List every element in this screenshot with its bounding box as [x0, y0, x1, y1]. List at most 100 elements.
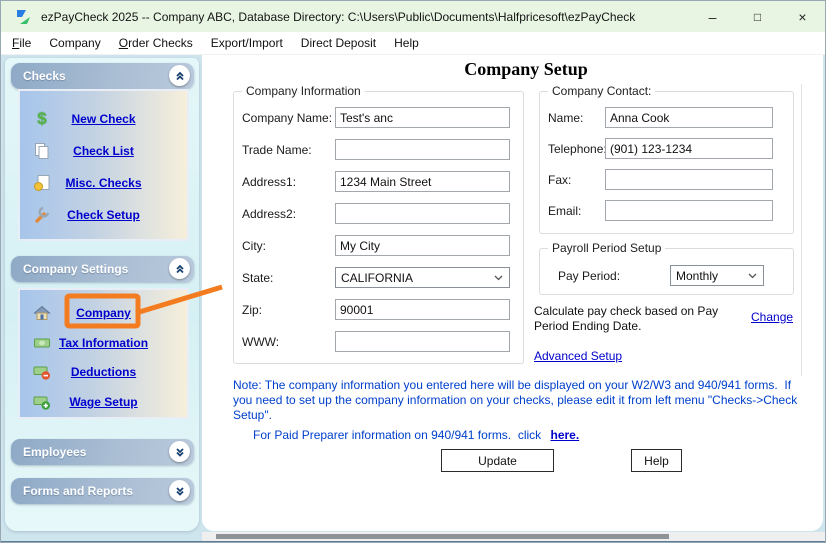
main-panel: Company Setup Company Information Compan…	[202, 55, 823, 531]
section-header-company-settings[interactable]: Company Settings	[11, 256, 194, 282]
field-row: State: CALIFORNIA	[242, 267, 510, 288]
groupbox-legend: Company Information	[242, 84, 365, 98]
section-body-company-settings: Company Tax Information	[18, 288, 189, 419]
expand-forms-and-reports-button[interactable]	[169, 480, 190, 501]
sidebar-item-misc-checks[interactable]: Misc. Checks	[20, 167, 187, 199]
advanced-setup-link[interactable]: Advanced Setup	[534, 349, 622, 363]
chevron-down-icon	[494, 275, 503, 281]
field-row: Email:	[548, 200, 773, 221]
telephone-label: Telephone:	[548, 142, 605, 156]
money-minus-icon	[33, 363, 51, 381]
telephone-input[interactable]	[605, 138, 773, 159]
page-title: Company Setup	[231, 59, 821, 80]
trade-name-label: Trade Name:	[242, 143, 335, 157]
minimize-button[interactable]: –	[690, 1, 735, 32]
field-row: City:	[242, 235, 510, 256]
update-button[interactable]: Update	[441, 449, 554, 472]
sidebar-item-check-setup[interactable]: Check Setup	[20, 199, 187, 231]
menu-item-company[interactable]: Company	[40, 34, 109, 52]
menu-item-export-import[interactable]: Export/Import	[202, 34, 292, 52]
groupbox-payroll-period-setup: Payroll Period Setup Pay Period: Monthly	[539, 248, 794, 295]
home-icon	[33, 304, 51, 322]
zip-label: Zip:	[242, 303, 335, 317]
trade-name-input[interactable]	[335, 139, 510, 160]
sidebar-item-new-check[interactable]: $ New Check	[20, 103, 187, 135]
field-row: Trade Name:	[242, 139, 510, 160]
titlebar: ezPayCheck 2025 -- Company ABC, Database…	[1, 1, 826, 32]
change-link[interactable]: Change	[751, 310, 793, 324]
city-input[interactable]	[335, 235, 510, 256]
copy-icon	[33, 142, 51, 160]
field-row: Telephone:	[548, 138, 773, 159]
address1-label: Address1:	[242, 175, 335, 189]
groupbox-company-information: Company Information Company Name: Trade …	[233, 91, 524, 364]
app-window: ezPayCheck 2025 -- Company ABC, Database…	[0, 0, 826, 543]
menu-item-help[interactable]: Help	[385, 34, 428, 52]
chevron-down-icon	[174, 446, 186, 458]
section-header-checks[interactable]: Checks	[11, 63, 194, 89]
calc-text: Calculate pay check based on Pay Period …	[534, 304, 752, 334]
menu-item-direct-deposit[interactable]: Direct Deposit	[292, 34, 385, 52]
menu-item-file[interactable]: File	[3, 34, 40, 52]
here-link[interactable]: here.	[550, 428, 579, 442]
groupbox-legend: Payroll Period Setup	[548, 241, 665, 255]
groupbox-company-contact: Company Contact: Name: Telephone: Fax: E…	[539, 91, 794, 234]
field-row: Name:	[548, 107, 773, 128]
zip-input[interactable]	[335, 299, 510, 320]
sidebar-item-company[interactable]: Company	[20, 298, 187, 328]
chevron-down-icon	[748, 273, 757, 279]
www-label: WWW:	[242, 335, 335, 349]
close-button[interactable]: ×	[780, 1, 825, 32]
field-row: Company Name:	[242, 107, 510, 128]
chevron-up-icon	[174, 70, 186, 82]
collapse-company-settings-button[interactable]	[169, 258, 190, 279]
collapse-checks-button[interactable]	[169, 65, 190, 86]
fax-input[interactable]	[605, 169, 773, 190]
section-header-forms-and-reports[interactable]: Forms and Reports	[11, 478, 194, 504]
state-label: State:	[242, 271, 335, 285]
pay-period-select[interactable]: Monthly	[670, 265, 764, 286]
window-title: ezPayCheck 2025 -- Company ABC, Database…	[41, 10, 635, 24]
address2-label: Address2:	[242, 207, 335, 221]
field-row: Zip:	[242, 299, 510, 320]
sidebar-item-check-list[interactable]: Check List	[20, 135, 187, 167]
sidebar-item-wage-setup[interactable]: Wage Setup	[20, 387, 187, 417]
field-row: Address2:	[242, 203, 510, 224]
address1-input[interactable]	[335, 171, 510, 192]
money-icon	[33, 334, 51, 352]
dollar-icon: $	[33, 110, 51, 128]
address2-input[interactable]	[335, 203, 510, 224]
menu-item-order-checks[interactable]: Order Checks	[110, 34, 202, 52]
section-title: Employees	[23, 445, 86, 459]
menubar: File Company Order Checks Export/Import …	[1, 32, 826, 55]
groupbox-legend: Company Contact:	[548, 84, 655, 98]
maximize-button[interactable]: □	[735, 1, 780, 32]
pay-period-label: Pay Period:	[558, 269, 670, 283]
expand-employees-button[interactable]	[169, 441, 190, 462]
sidebar: Checks $ New Check Check List	[5, 58, 199, 531]
company-name-label: Company Name:	[242, 111, 335, 125]
state-select[interactable]: CALIFORNIA	[335, 267, 510, 288]
field-row: Fax:	[548, 169, 773, 190]
email-input[interactable]	[605, 200, 773, 221]
section-title: Checks	[23, 69, 66, 83]
window-controls: – □ ×	[690, 1, 825, 32]
chevron-up-icon	[174, 263, 186, 275]
section-body-checks: $ New Check Check List	[18, 89, 189, 241]
scrollbar-thumb[interactable]	[216, 534, 669, 539]
field-row: Address1:	[242, 171, 510, 192]
fax-label: Fax:	[548, 173, 605, 187]
section-header-employees[interactable]: Employees	[11, 439, 194, 465]
section-title: Company Settings	[23, 262, 128, 276]
contact-name-input[interactable]	[605, 107, 773, 128]
sidebar-item-tax-information[interactable]: Tax Information	[20, 328, 187, 358]
panel-divider	[801, 84, 802, 376]
wrench-icon	[33, 206, 51, 224]
www-input[interactable]	[335, 331, 510, 352]
help-button[interactable]: Help	[631, 449, 682, 472]
company-name-input[interactable]	[335, 107, 510, 128]
field-row: WWW:	[242, 331, 510, 352]
sidebar-item-deductions[interactable]: Deductions	[20, 358, 187, 388]
chevron-down-icon	[174, 485, 186, 497]
city-label: City:	[242, 239, 335, 253]
